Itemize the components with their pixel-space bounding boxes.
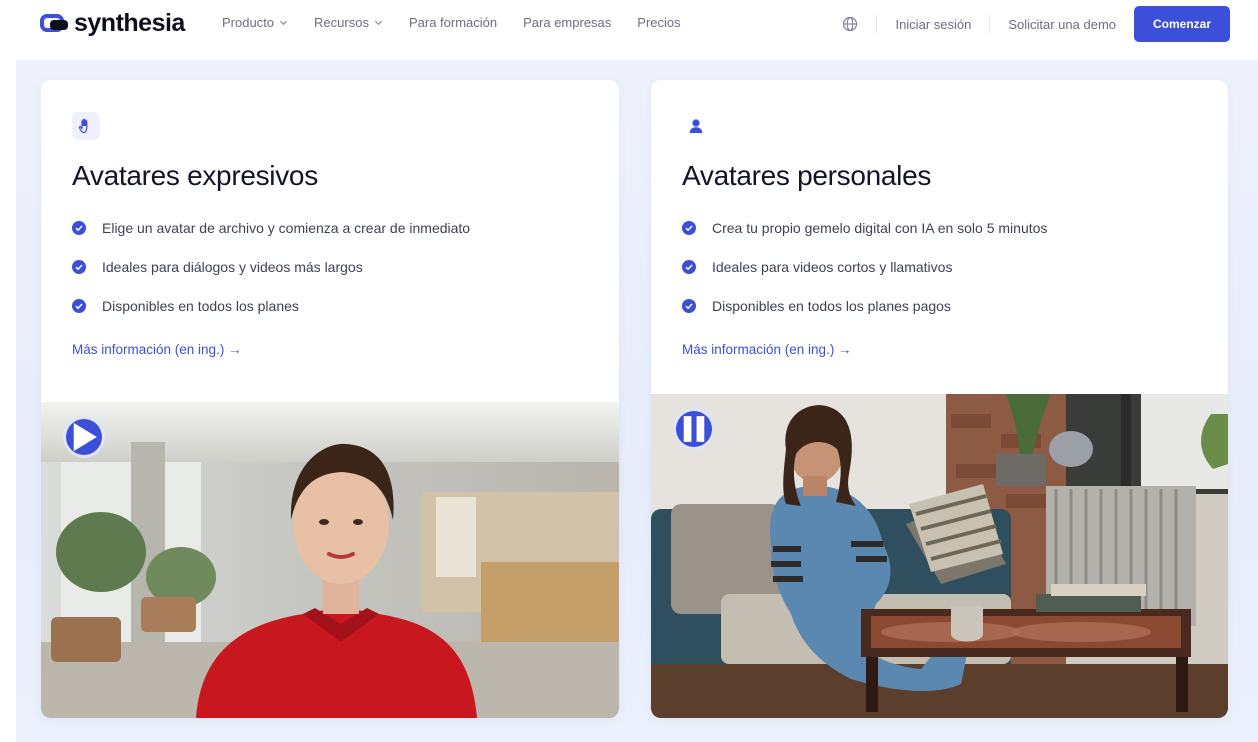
feature-item: Disponibles en todos los planes pagos	[682, 286, 1047, 325]
feature-list: Elige un avatar de archivo y comienza a …	[72, 208, 470, 325]
check-circle-icon	[72, 220, 86, 235]
nav-link-recursos[interactable]: Recursos	[314, 15, 383, 30]
feature-list: Crea tu propio gemelo digital con IA en …	[682, 208, 1047, 325]
feature-item: Ideales para diálogos y videos más largo…	[72, 247, 470, 286]
feature-text: Ideales para videos cortos y llamativos	[712, 258, 953, 275]
nav-link-producto[interactable]: Producto	[222, 15, 288, 30]
request-demo-link[interactable]: Solicitar una demo	[1008, 17, 1116, 32]
feature-text: Elige un avatar de archivo y comienza a …	[102, 219, 471, 236]
divider	[989, 15, 991, 33]
feature-item: Disponibles en todos los planes	[72, 286, 470, 325]
card-personal-avatars: Avatares personales Crea tu propio gemel…	[651, 80, 1228, 718]
check-circle-icon	[682, 220, 696, 235]
nav-link-label: Para formación	[408, 15, 498, 30]
feature-text: Disponibles en todos los planes pagos	[712, 297, 951, 314]
feature-text: Crea tu propio gemelo digital con IA en …	[712, 219, 1048, 236]
divider	[876, 15, 878, 33]
brand-name: synthesia	[74, 9, 185, 37]
check-circle-icon	[72, 259, 86, 274]
pause-button[interactable]	[673, 408, 715, 450]
card-title: Avatares personales	[682, 160, 932, 191]
living-room-avatar-image	[651, 394, 1228, 718]
main-menu: Producto Recursos Para formación Para em…	[222, 15, 707, 30]
person-icon	[689, 119, 703, 133]
office-avatar-image	[41, 402, 619, 718]
card-expressive-avatars: Avatares expresivos Elige un avatar de a…	[41, 80, 619, 718]
avatar-video[interactable]	[41, 402, 619, 718]
nav-actions: Iniciar sesión Solicitar una demo Comenz…	[842, 6, 1230, 42]
avatar-section: Avatares expresivos Elige un avatar de a…	[16, 60, 1258, 742]
play-button[interactable]	[63, 416, 105, 458]
pause-icon	[683, 416, 705, 442]
nav-link-label: Precios	[637, 15, 681, 30]
nav-link-label: Recursos	[314, 15, 369, 30]
play-icon	[73, 422, 97, 452]
feature-text: Ideales para diálogos y videos más largo…	[102, 258, 363, 275]
check-circle-icon	[72, 298, 86, 313]
learn-more-link[interactable]: Más información (en ing.) →	[682, 342, 852, 357]
globe-icon[interactable]	[842, 16, 858, 32]
hand-icon	[78, 118, 88, 134]
feature-text: Disponibles en todos los planes	[102, 297, 299, 314]
synthesia-logo[interactable]: synthesia	[40, 9, 185, 38]
check-circle-icon	[682, 259, 696, 274]
feature-item: Ideales para videos cortos y llamativos	[682, 247, 1047, 286]
chevron-down-icon	[279, 20, 288, 26]
feature-item: Elige un avatar de archivo y comienza a …	[72, 208, 470, 247]
check-circle-icon	[682, 298, 696, 313]
chevron-down-icon	[374, 20, 383, 26]
avatar-video[interactable]	[651, 394, 1228, 718]
card-title: Avatares expresivos	[72, 160, 318, 191]
nav-link-label: Producto	[222, 15, 275, 30]
card-icon-container	[72, 112, 100, 140]
nav-link-para-formacion[interactable]: Para formación	[409, 15, 497, 30]
logo-mark-icon	[40, 13, 68, 32]
feature-item: Crea tu propio gemelo digital con IA en …	[682, 208, 1047, 247]
nav-link-para-empresas[interactable]: Para empresas	[523, 15, 611, 30]
nav-link-precios[interactable]: Precios	[637, 15, 680, 30]
top-navigation: synthesia Producto Recursos Para formaci…	[0, 0, 1258, 50]
learn-more-link[interactable]: Más información (en ing.) →	[72, 342, 242, 357]
card-icon-container	[682, 112, 710, 140]
get-started-button[interactable]: Comenzar	[1134, 6, 1230, 42]
nav-link-label: Para empresas	[523, 15, 612, 30]
login-link[interactable]: Iniciar sesión	[895, 17, 971, 32]
